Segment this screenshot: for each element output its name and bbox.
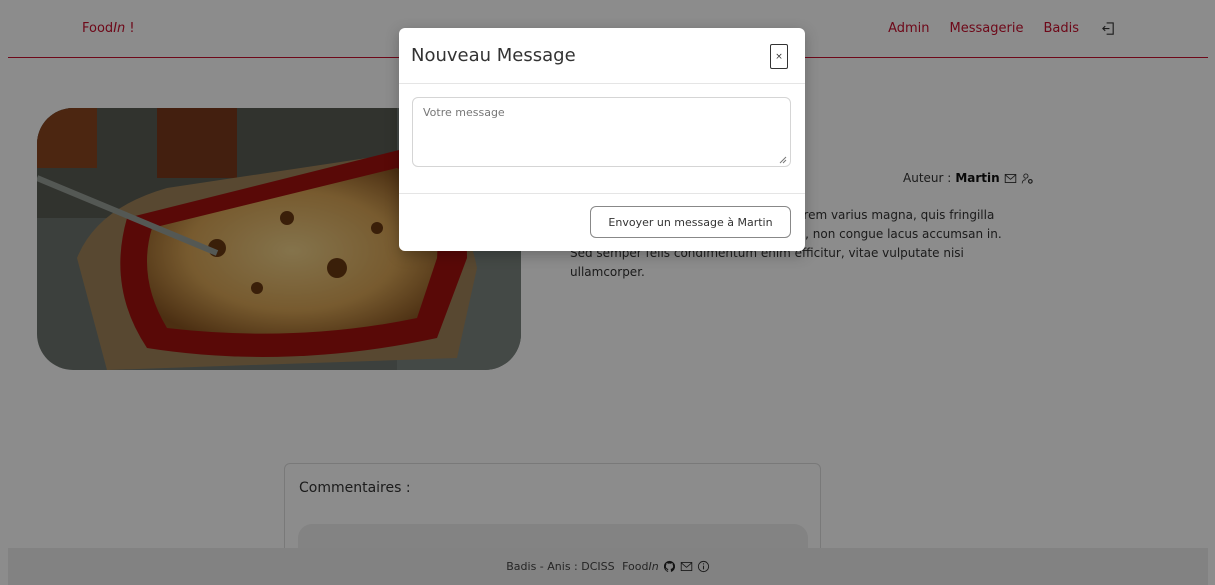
new-message-modal: Nouveau Message × Envoyer un message à M… xyxy=(399,28,805,251)
close-button[interactable]: × xyxy=(770,44,788,69)
modal-title: Nouveau Message xyxy=(411,45,576,66)
message-input[interactable] xyxy=(412,97,791,167)
modal-header: Nouveau Message × xyxy=(399,28,805,84)
send-message-button[interactable]: Envoyer un message à Martin xyxy=(590,206,791,238)
resize-grip-icon[interactable] xyxy=(779,156,787,164)
modal-body xyxy=(399,84,805,194)
